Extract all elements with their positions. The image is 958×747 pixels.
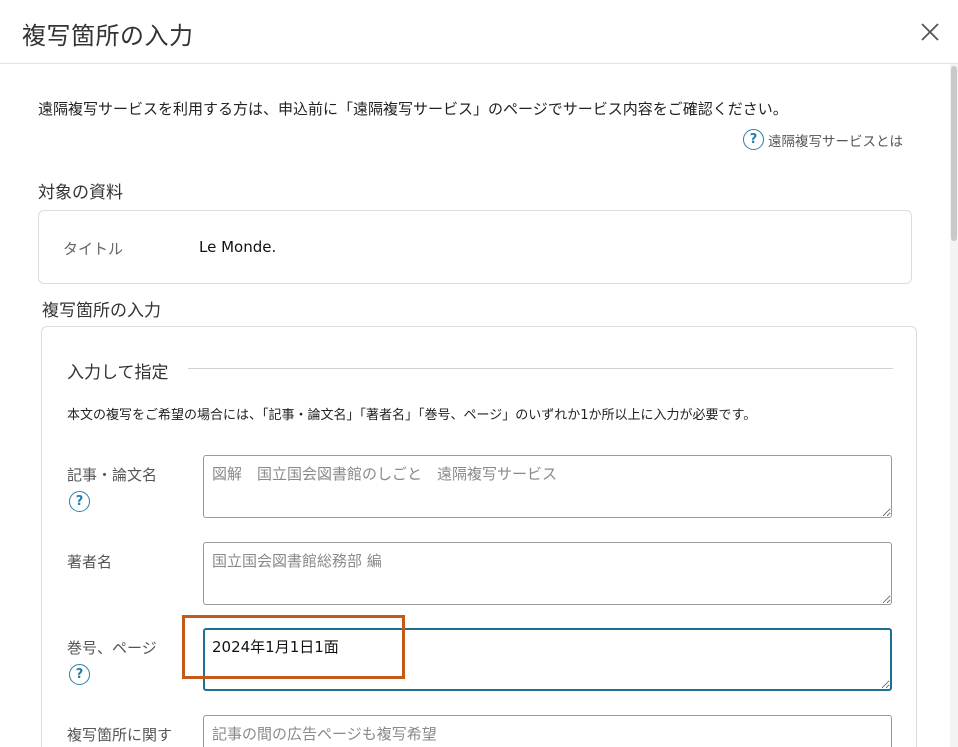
copy-location-section-title: 複写箇所の入力	[42, 301, 161, 321]
title-label: タイトル	[63, 240, 124, 258]
title-value: Le Monde.	[199, 238, 277, 256]
article-title-label: 記事・論文名	[67, 466, 158, 484]
target-material-box: タイトル Le Monde.	[38, 210, 912, 284]
input-specify-title: 入力して指定	[67, 363, 169, 383]
scrollbar-thumb[interactable]	[951, 66, 957, 241]
author-input[interactable]	[203, 542, 892, 605]
intro-text: 遠隔複写サービスを利用する方は、申込前に「遠隔複写サービス」のページでサービス内…	[38, 100, 788, 118]
input-notice: 本文の複写をご希望の場合には、「記事・論文名」「著者名」「巻号、ページ」のいずれ…	[67, 408, 757, 423]
question-circle-icon[interactable]: ?	[69, 491, 90, 512]
divider	[188, 368, 893, 369]
article-title-input[interactable]	[203, 455, 892, 518]
copy-location-note-label: 複写箇所に関す	[67, 726, 173, 744]
remote-copy-help-link[interactable]: ? 遠隔複写サービスとは	[743, 129, 903, 150]
volume-page-label: 巻号、ページ	[67, 639, 157, 657]
author-label: 著者名	[67, 553, 113, 571]
volume-page-input[interactable]: 2024年1月1日1面	[203, 628, 892, 691]
copy-location-box: 入力して指定 本文の複写をご希望の場合には、「記事・論文名」「著者名」「巻号、ペ…	[41, 326, 917, 747]
help-link-label: 遠隔複写サービスとは	[768, 133, 903, 150]
modal-title: 複写箇所の入力	[22, 22, 194, 50]
target-section-title: 対象の資料	[38, 183, 123, 203]
copy-location-note-input[interactable]	[203, 715, 892, 747]
scrollbar[interactable]	[950, 64, 958, 747]
close-button[interactable]	[916, 18, 944, 46]
question-circle-icon[interactable]: ?	[69, 664, 90, 685]
modal-header: 複写箇所の入力	[0, 0, 958, 64]
question-circle-icon: ?	[743, 129, 764, 150]
close-icon	[921, 23, 939, 41]
